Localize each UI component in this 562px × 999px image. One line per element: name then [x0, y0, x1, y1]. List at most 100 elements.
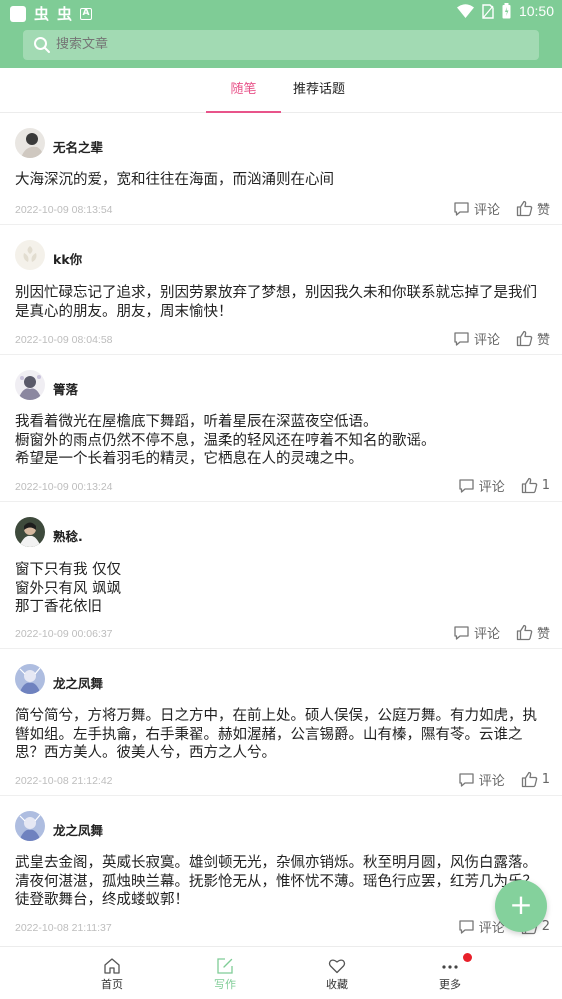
like-button[interactable]: 赞: [516, 199, 550, 218]
post-actions: 评论 1: [458, 770, 550, 789]
comment-icon: [459, 479, 474, 493]
post-content: 我看着微光在屋檐底下舞蹈，听着星辰在深蓝夜空低语。 橱窗外的雨点仍然不停不息，温…: [15, 414, 436, 467]
nav-favorites[interactable]: 收藏: [292, 947, 382, 999]
comment-label: 评论: [473, 203, 500, 218]
bottom-nav: 首页 写作 收藏 更多: [0, 946, 562, 999]
battery-icon: [502, 3, 511, 19]
username[interactable]: 龙之凤舞: [53, 820, 103, 839]
avatar[interactable]: [15, 240, 45, 270]
post-timestamp: 2022-10-09 00:13:24: [15, 481, 113, 493]
post-timestamp: 2022-10-09 08:04:58: [15, 334, 113, 346]
comment-button[interactable]: 评论: [458, 770, 505, 789]
like-label: 赞: [536, 333, 550, 348]
edit-icon: [217, 958, 233, 974]
tab-essays[interactable]: 随笔: [206, 68, 281, 113]
tab-bar: 随笔 推荐话题: [0, 68, 562, 113]
post-timestamp: 2022-10-09 08:13:54: [15, 204, 113, 216]
status-bar: 虫 虫 A 10:50: [0, 0, 562, 24]
notification-square-icon: [10, 5, 26, 22]
comment-button[interactable]: 评论: [458, 476, 505, 495]
post-card[interactable]: 龙之凤舞 武皇去金阁，英威长寂寞。雄剑顿无光，杂佩亦销烁。秋至明月圆，风伤白露落…: [0, 796, 562, 946]
add-post-button[interactable]: +: [495, 880, 547, 932]
post-actions: 评论 赞: [453, 329, 550, 348]
thumbs-up-icon: [521, 477, 537, 494]
a-icon: A: [80, 7, 93, 20]
username[interactable]: 熟稔.: [53, 526, 83, 545]
nav-more-label: 更多: [439, 978, 461, 991]
status-right-icons: 10:50: [456, 3, 554, 19]
status-left-icons: 虫 虫 A: [10, 3, 93, 24]
post-content: 窗下只有我 仅仅 窗外只有风 飒飒 那丁香花依旧: [15, 562, 122, 615]
nav-write[interactable]: 写作: [180, 947, 270, 999]
like-button[interactable]: 赞: [516, 329, 550, 348]
no-sim-icon: [482, 3, 494, 19]
post-card[interactable]: 熟稔. 窗下只有我 仅仅 窗外只有风 飒飒 那丁香花依旧 2022-10-09 …: [0, 502, 562, 649]
post-card[interactable]: kk你 别因忙碌忘记了追求，别因劳累放弃了梦想，别因我久未和你联系就忘掉了是我们…: [0, 225, 562, 355]
avatar[interactable]: [15, 128, 45, 158]
post-content: 简兮简兮，方将万舞。日之方中，在前上处。硕人俣俣，公庭万舞。有力如虎，执辔如组。…: [15, 708, 537, 761]
heart-icon: [328, 959, 346, 974]
comment-icon: [454, 332, 469, 346]
comment-button[interactable]: 评论: [453, 199, 500, 218]
username[interactable]: 箐落: [53, 379, 78, 398]
nav-home[interactable]: 首页: [67, 947, 157, 999]
more-icon: [442, 965, 458, 969]
post-actions: 评论 赞: [453, 623, 550, 642]
nav-home-label: 首页: [101, 978, 123, 991]
comment-label: 评论: [478, 480, 505, 495]
avatar[interactable]: [15, 664, 45, 694]
notification-badge: [463, 953, 472, 962]
post-actions: 评论 1: [458, 476, 550, 495]
like-label: 赞: [536, 627, 550, 642]
like-button[interactable]: 1: [521, 771, 550, 788]
comment-button[interactable]: 评论: [453, 623, 500, 642]
post-actions: 评论 赞: [453, 199, 550, 218]
post-content: 别因忙碌忘记了追求，别因劳累放弃了梦想，别因我久未和你联系就忘掉了是我们是真心的…: [15, 285, 537, 320]
username[interactable]: kk你: [53, 249, 82, 268]
thumbs-up-icon: [516, 624, 533, 641]
like-button[interactable]: 赞: [516, 623, 550, 642]
like-label: 赞: [536, 203, 550, 218]
post-card[interactable]: 龙之凤舞 简兮简兮，方将万舞。日之方中，在前上处。硕人俣俣，公庭万舞。有力如虎，…: [0, 649, 562, 796]
search-input[interactable]: [56, 30, 516, 60]
like-count: 2: [541, 919, 550, 934]
like-count: 1: [541, 772, 550, 787]
bug-icon: 虫: [57, 5, 73, 23]
like-button[interactable]: 1: [521, 477, 550, 494]
comment-icon: [459, 773, 474, 787]
search-header: [0, 24, 562, 68]
clock: 10:50: [518, 3, 554, 19]
avatar[interactable]: [15, 811, 45, 841]
post-card[interactable]: 无名之辈 大海深沉的爱，宽和往往在海面，而汹涌则在心间 2022-10-09 0…: [0, 113, 562, 225]
post-card[interactable]: 箐落 我看着微光在屋檐底下舞蹈，听着星辰在深蓝夜空低语。 橱窗外的雨点仍然不停不…: [0, 355, 562, 502]
comment-label: 评论: [478, 774, 505, 789]
comment-icon: [459, 920, 474, 934]
comment-label: 评论: [473, 627, 500, 642]
post-timestamp: 2022-10-09 00:06:37: [15, 628, 113, 640]
home-icon: [104, 958, 120, 974]
post-timestamp: 2022-10-08 21:11:37: [15, 922, 112, 934]
tab-recommended-topics[interactable]: 推荐话题: [285, 68, 353, 113]
comment-label: 评论: [473, 333, 500, 348]
search-icon: [34, 37, 50, 53]
nav-favorites-label: 收藏: [326, 978, 348, 991]
like-count: 1: [541, 478, 550, 493]
wifi-icon: [456, 4, 474, 18]
comment-icon: [454, 626, 469, 640]
post-content: 武皇去金阁，英威长寂寞。雄剑顿无光，杂佩亦销烁。秋至明月圆，风伤白露落。清夜何湛…: [15, 855, 537, 908]
nav-write-label: 写作: [214, 978, 236, 991]
avatar[interactable]: [15, 370, 45, 400]
comment-button[interactable]: 评论: [458, 917, 505, 936]
username[interactable]: 龙之凤舞: [53, 673, 103, 692]
search-box[interactable]: [23, 30, 539, 60]
bug-icon: 虫: [34, 5, 50, 23]
avatar[interactable]: [15, 517, 45, 547]
thumbs-up-icon: [521, 771, 537, 788]
post-content: 大海深沉的爱，宽和往往在海面，而汹涌则在心间: [15, 172, 334, 188]
comment-icon: [454, 202, 469, 216]
thumbs-up-icon: [516, 200, 533, 217]
comment-button[interactable]: 评论: [453, 329, 500, 348]
nav-more[interactable]: 更多: [405, 947, 495, 999]
username[interactable]: 无名之辈: [53, 137, 103, 156]
thumbs-up-icon: [516, 330, 533, 347]
